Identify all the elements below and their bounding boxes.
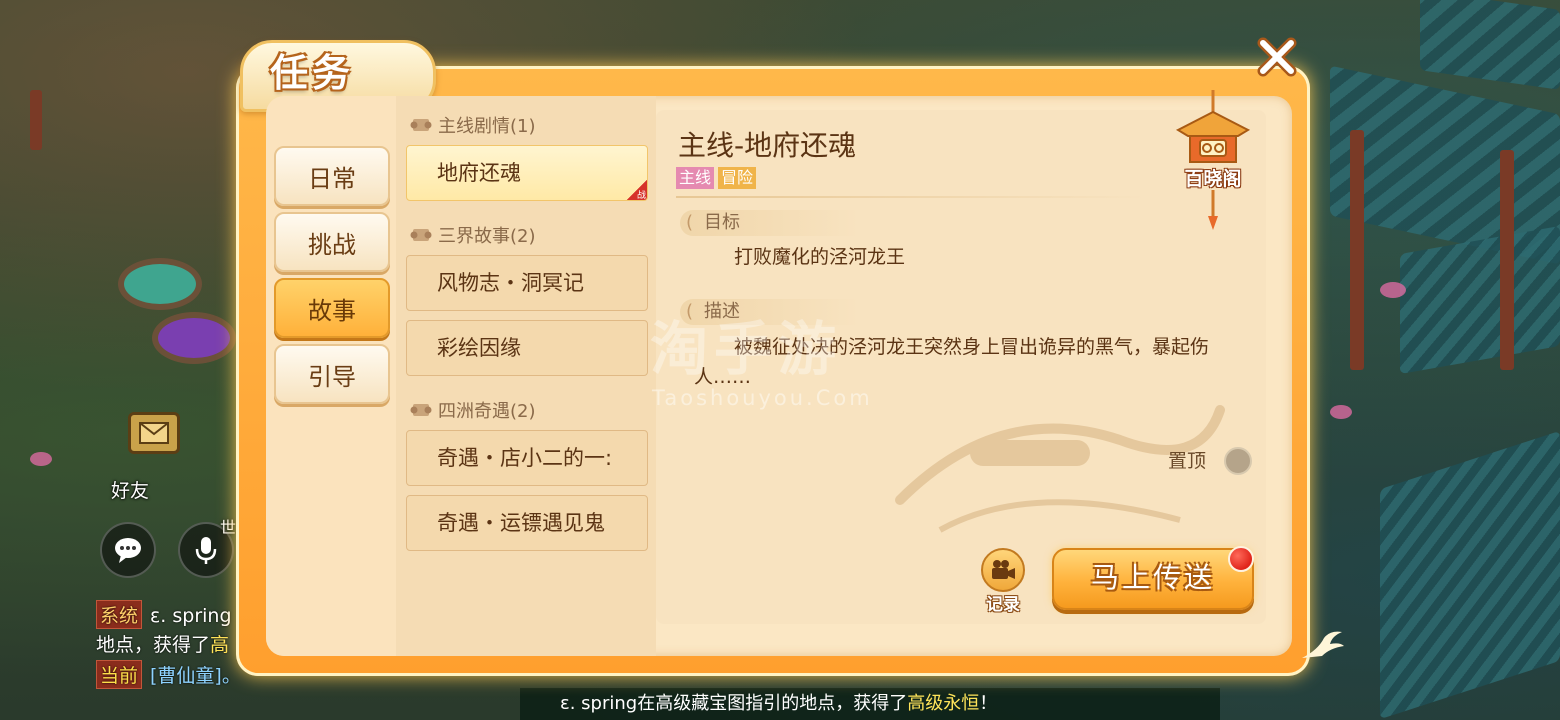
tab-daily[interactable]: 日常 xyxy=(274,146,390,206)
panel-title: 任务 xyxy=(270,50,355,95)
broadcast-item-name[interactable]: 高级永恒 xyxy=(907,693,979,714)
goal-text: 打败魔化的泾河龙王 xyxy=(734,246,906,268)
scene-pot xyxy=(118,258,202,310)
tab-guide[interactable]: 引导 xyxy=(274,344,390,404)
record-button[interactable]: 记录 xyxy=(980,548,1026,615)
quest-group-title: 四洲奇遇(2) xyxy=(438,401,536,422)
quest-item-label: 彩绘因缘 xyxy=(437,336,521,360)
chat-channel-tag: 当前 xyxy=(96,660,143,689)
title-divider xyxy=(676,196,1146,198)
quest-item-label: 奇遇・店小二的一: xyxy=(437,446,613,470)
tag-adventure: 冒险 xyxy=(718,167,757,189)
scene-pillar xyxy=(1500,150,1514,370)
notification-dot xyxy=(1228,546,1254,572)
close-icon xyxy=(1257,37,1297,77)
chat-bubble-icon xyxy=(115,538,141,563)
battle-badge: 战 xyxy=(627,180,647,200)
friend-button[interactable]: 好友 xyxy=(100,476,160,503)
chat-channel-tag: 系统 xyxy=(96,600,143,629)
quest-title: 主线-地府还魂 xyxy=(678,129,857,162)
chat-text: 地点，获得了 xyxy=(96,634,211,656)
chat-line: 地点，获得了高 xyxy=(96,630,229,657)
quest-item-qiyu-dianxiaoer[interactable]: 奇遇・店小二的一: xyxy=(406,430,648,486)
broadcast-text-end: ！ xyxy=(979,693,998,714)
chat-button[interactable] xyxy=(100,522,156,578)
teleport-now-button[interactable]: 马上传送 xyxy=(1052,548,1254,610)
system-broadcast-bar: ε. spring在高级藏宝图指引的地点，获得了高级永恒！ xyxy=(520,688,1220,720)
baixiao-label[interactable]: 百晓阁 xyxy=(1172,164,1254,191)
scroll-icon xyxy=(410,229,432,241)
site-watermark-url: Taoshouyou.Com xyxy=(652,386,873,410)
scene-pillar xyxy=(1350,130,1364,370)
quest-group-header: 主线剧情(1) xyxy=(410,112,536,138)
quest-group-header: 四洲奇遇(2) xyxy=(410,397,536,423)
baixiao-pavilion-icon[interactable] xyxy=(1172,90,1254,230)
tag-main-line: 主线 xyxy=(676,167,715,189)
quest-item-caihui-yinyuan[interactable]: 彩绘因缘 xyxy=(406,320,648,376)
quest-item-label: 地府还魂 xyxy=(437,161,521,185)
battle-badge-label: 战 xyxy=(636,191,646,201)
pin-to-top-label: 置顶 xyxy=(1168,450,1207,472)
mail-button[interactable] xyxy=(128,412,180,454)
tab-story[interactable]: 故事 xyxy=(274,278,390,338)
scene-lily xyxy=(30,452,52,466)
scroll-icon xyxy=(410,404,432,416)
quest-item-difu-huanhun[interactable]: 地府还魂 战 xyxy=(406,145,648,201)
broadcast-text: ε. spring在高级藏宝图指引的地点，获得了 xyxy=(560,693,908,714)
quest-group-title: 主线剧情(1) xyxy=(438,116,536,137)
site-watermark: 淘手游 xyxy=(650,315,843,383)
quest-group-header: 三界故事(2) xyxy=(410,222,536,248)
scroll-icon xyxy=(410,119,432,131)
quest-item-label: 风物志・洞冥记 xyxy=(437,271,584,295)
pin-to-top-toggle[interactable] xyxy=(1224,447,1252,475)
record-label: 记录 xyxy=(986,595,1020,615)
quest-item-label: 奇遇・运镖遇见鬼 xyxy=(437,511,605,535)
goal-label: 目标 xyxy=(680,210,860,236)
swallow-flourish-icon xyxy=(1302,631,1344,658)
scene-lily xyxy=(1380,282,1406,298)
video-camera-icon xyxy=(981,548,1025,592)
close-button[interactable] xyxy=(1252,32,1302,82)
quest-item-qiyu-yunbiao[interactable]: 奇遇・运镖遇见鬼 xyxy=(406,495,648,551)
tab-challenge[interactable]: 挑战 xyxy=(274,212,390,272)
quest-group-title: 三界故事(2) xyxy=(438,226,536,247)
envelope-icon xyxy=(139,422,169,444)
scene-pillar xyxy=(30,90,42,150)
quest-item-fengwuzhi[interactable]: 风物志・洞冥记 xyxy=(406,255,648,311)
